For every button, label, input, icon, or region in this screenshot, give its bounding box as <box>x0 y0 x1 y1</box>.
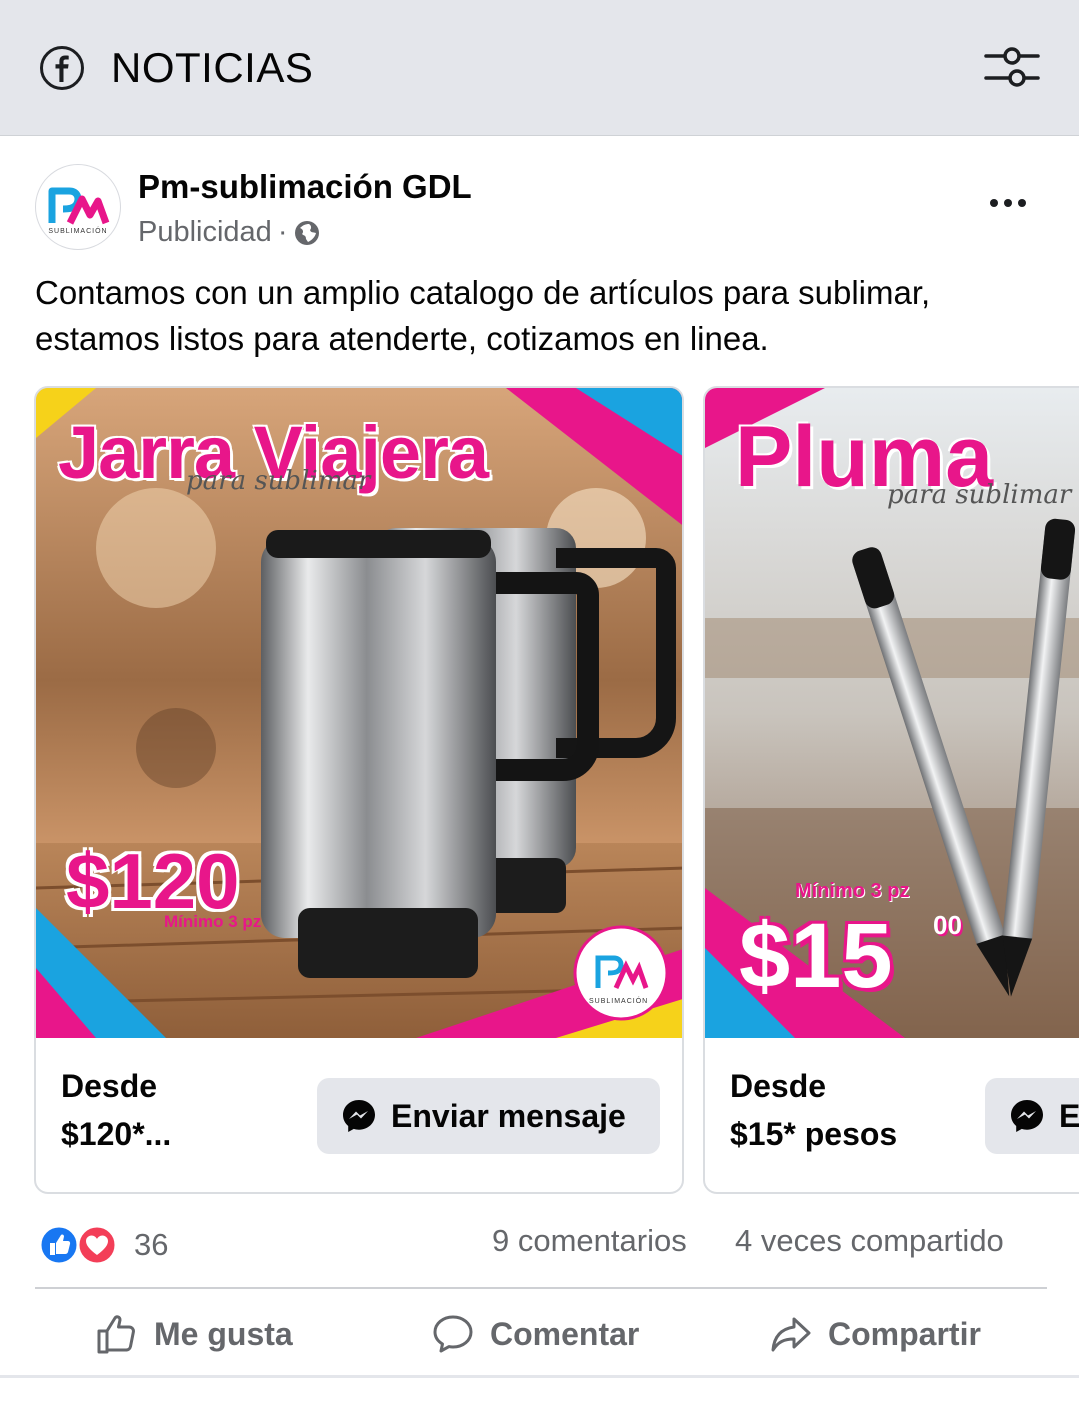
messenger-icon <box>343 1100 375 1132</box>
card-desc-line-2: $120*... <box>61 1116 172 1152</box>
image-logo-text: SUBLIMACIÓN <box>589 998 649 1005</box>
avatar-text: SUBLIMACIÓN <box>48 228 108 235</box>
image-subtitle: para sublimar <box>887 480 1072 510</box>
globe-icon <box>294 220 319 245</box>
send-message-label: Enviar mensaje <box>391 1097 626 1134</box>
product-image-jarra[interactable]: Jarra Viajera para sublimar $120 Mínimo … <box>36 388 682 1038</box>
post-text: Contamos con un amplio catalogo de artíc… <box>35 274 931 357</box>
filter-icon[interactable] <box>984 46 1040 90</box>
carousel-card-2[interactable]: Pluma para sublimar Mínimo 3 pz $15 00 D… <box>703 386 1079 1194</box>
card-description: Desde $120*... <box>61 1062 291 1158</box>
image-price-cents: 00 <box>933 910 962 940</box>
sponsored-label[interactable]: Publicidad <box>138 216 272 249</box>
reaction-icons[interactable] <box>37 1223 119 1267</box>
more-options-icon[interactable] <box>988 196 1028 210</box>
facebook-icon[interactable] <box>40 46 84 90</box>
dot-separator: · <box>277 216 288 248</box>
post-actions: Me gusta Comentar Compartir <box>0 1296 1079 1372</box>
like-button[interactable]: Me gusta <box>96 1296 293 1372</box>
card-footer: Desde $120*... Enviar mensaje <box>36 1038 682 1192</box>
like-icon <box>97 1315 135 1354</box>
page-avatar[interactable]: SUBLIMACIÓN <box>35 164 121 250</box>
send-message-label: E <box>1059 1097 1079 1134</box>
share-icon <box>771 1317 811 1352</box>
share-button[interactable]: Compartir <box>770 1296 981 1372</box>
comment-button[interactable]: Comentar <box>432 1296 639 1372</box>
like-label: Me gusta <box>154 1315 293 1352</box>
comment-icon <box>433 1315 473 1353</box>
card-desc-line-1: Desde <box>730 1068 827 1104</box>
card-description: Desde $15* pesos <box>730 1062 960 1158</box>
image-minimum: Mínimo 3 pz <box>164 912 262 931</box>
sponsored-row: Publicidad · <box>138 216 320 249</box>
page-title: NOTICIAS <box>111 44 314 91</box>
comments-count[interactable]: 9 comentarios <box>492 1223 687 1259</box>
reaction-count[interactable]: 36 <box>134 1227 168 1263</box>
send-message-button[interactable]: E <box>985 1078 1079 1154</box>
product-image-pluma[interactable]: Pluma para sublimar Mínimo 3 pz $15 00 <box>705 388 1079 1038</box>
image-subtitle: para sublimar <box>186 466 371 496</box>
share-label: Compartir <box>828 1315 981 1352</box>
comment-label: Comentar <box>490 1315 640 1352</box>
image-minimum: Mínimo 3 pz <box>795 880 910 902</box>
shares-count[interactable]: 4 veces compartido <box>735 1223 1004 1259</box>
image-price: $15 <box>739 905 893 1007</box>
page-name[interactable]: Pm-sublimación GDL <box>138 168 472 206</box>
messenger-icon <box>1011 1100 1043 1132</box>
card-desc-line-1: Desde <box>61 1068 158 1104</box>
card-desc-line-2: $15* pesos <box>730 1116 898 1152</box>
divider <box>35 1287 1047 1289</box>
post-separator <box>0 1375 1079 1378</box>
top-bar: NOTICIAS <box>0 0 1079 136</box>
carousel-card-1[interactable]: Jarra Viajera para sublimar $120 Mínimo … <box>34 386 684 1194</box>
send-message-button[interactable]: Enviar mensaje <box>317 1078 660 1154</box>
reactions-row: 36 9 comentarios 4 veces compartido <box>0 1215 1079 1275</box>
card-footer: Desde $15* pesos E <box>705 1038 1079 1192</box>
